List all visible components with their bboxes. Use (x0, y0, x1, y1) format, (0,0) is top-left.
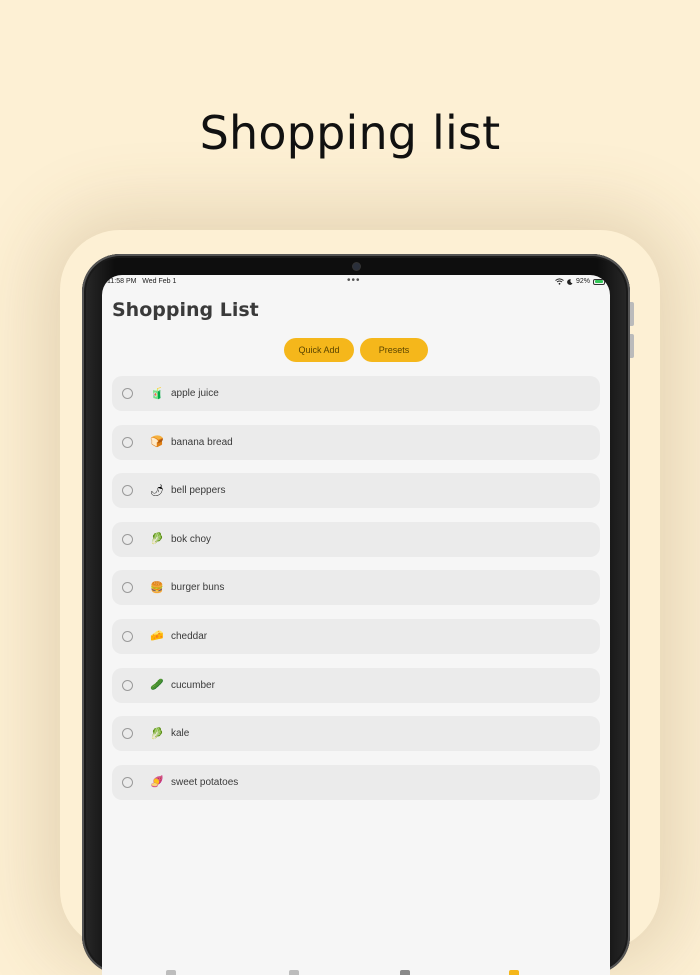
sweet-potato-icon: 🍠 (150, 775, 164, 789)
checkbox-circle[interactable] (122, 533, 133, 545)
tab-item-1[interactable] (166, 970, 176, 975)
status-date: Wed Feb 1 (142, 278, 177, 285)
list-item[interactable]: 🥬 bok choy (112, 521, 600, 557)
item-label: kale (171, 728, 190, 740)
checkbox-circle[interactable] (122, 485, 133, 497)
list-item[interactable]: 🍠 sweet potatoes (112, 764, 600, 800)
item-label: bok choy (171, 533, 212, 545)
action-bar: Quick Add Presets (102, 338, 610, 362)
burger-icon: 🍔 (150, 580, 164, 594)
page-title: Shopping List (112, 299, 259, 321)
list-item[interactable]: 🍔 burger buns (112, 570, 600, 606)
battery-percent: 92% (575, 278, 590, 285)
leafy-green-icon: 🥬 (150, 726, 164, 740)
list-item[interactable]: 🧀 cheddar (112, 618, 600, 654)
item-label: apple juice (171, 388, 219, 399)
checkbox-circle[interactable] (122, 630, 133, 642)
item-label: bell peppers (171, 485, 226, 497)
cheese-icon: 🧀 (150, 629, 164, 643)
status-bar: 11:58 PM Wed Feb 1 ••• 92% (102, 275, 610, 289)
list-item[interactable]: 🍞 banana bread (112, 424, 600, 460)
checkbox-circle[interactable] (122, 679, 133, 691)
bread-icon: 🍞 (150, 435, 164, 449)
list-item[interactable]: 🥒 cucumber (112, 667, 600, 703)
volume-down-button (630, 334, 634, 358)
marketing-headline: Shopping list (199, 106, 501, 160)
tablet-frame: 11:58 PM Wed Feb 1 ••• 92% Shopping List… (82, 254, 634, 975)
multitasking-dots[interactable]: ••• (347, 275, 361, 286)
checkbox-circle[interactable] (122, 582, 133, 594)
tab-bar (102, 965, 610, 975)
item-label: sweet potatoes (171, 776, 239, 788)
item-label: cucumber (171, 679, 215, 691)
leafy-green-icon: 🥬 (150, 532, 164, 546)
tab-item-shopping[interactable] (509, 970, 519, 975)
shopping-list: 🧃 apple juice 🍞 banana bread 🌶 bell pepp… (112, 376, 600, 813)
list-item[interactable]: 🥬 kale (112, 716, 600, 752)
checkbox-circle[interactable] (122, 388, 133, 399)
wifi-icon (555, 278, 564, 285)
checkbox-circle[interactable] (122, 436, 133, 448)
tab-item-3[interactable] (400, 970, 410, 975)
checkbox-circle[interactable] (122, 728, 133, 740)
checkbox-circle[interactable] (122, 776, 133, 788)
list-item[interactable]: 🧃 apple juice (112, 376, 600, 411)
quick-add-button[interactable]: Quick Add (284, 338, 354, 362)
item-label: burger buns (171, 582, 225, 594)
list-item[interactable]: 🌶 bell peppers (112, 473, 600, 509)
juice-box-icon: 🧃 (150, 386, 164, 400)
item-label: banana bread (171, 436, 233, 448)
battery-icon (593, 278, 605, 285)
front-camera (353, 263, 360, 270)
volume-up-button (630, 302, 634, 326)
moon-icon (567, 278, 573, 285)
status-right: 92% (555, 278, 605, 285)
tab-item-2[interactable] (289, 970, 299, 975)
app-screen: 11:58 PM Wed Feb 1 ••• 92% Shopping List… (102, 275, 610, 975)
pepper-icon: 🌶 (150, 483, 164, 497)
status-time: 11:58 PM Wed Feb 1 (107, 278, 177, 285)
presets-button[interactable]: Presets (360, 338, 428, 362)
cucumber-icon: 🥒 (150, 678, 164, 692)
item-label: cheddar (171, 630, 208, 642)
